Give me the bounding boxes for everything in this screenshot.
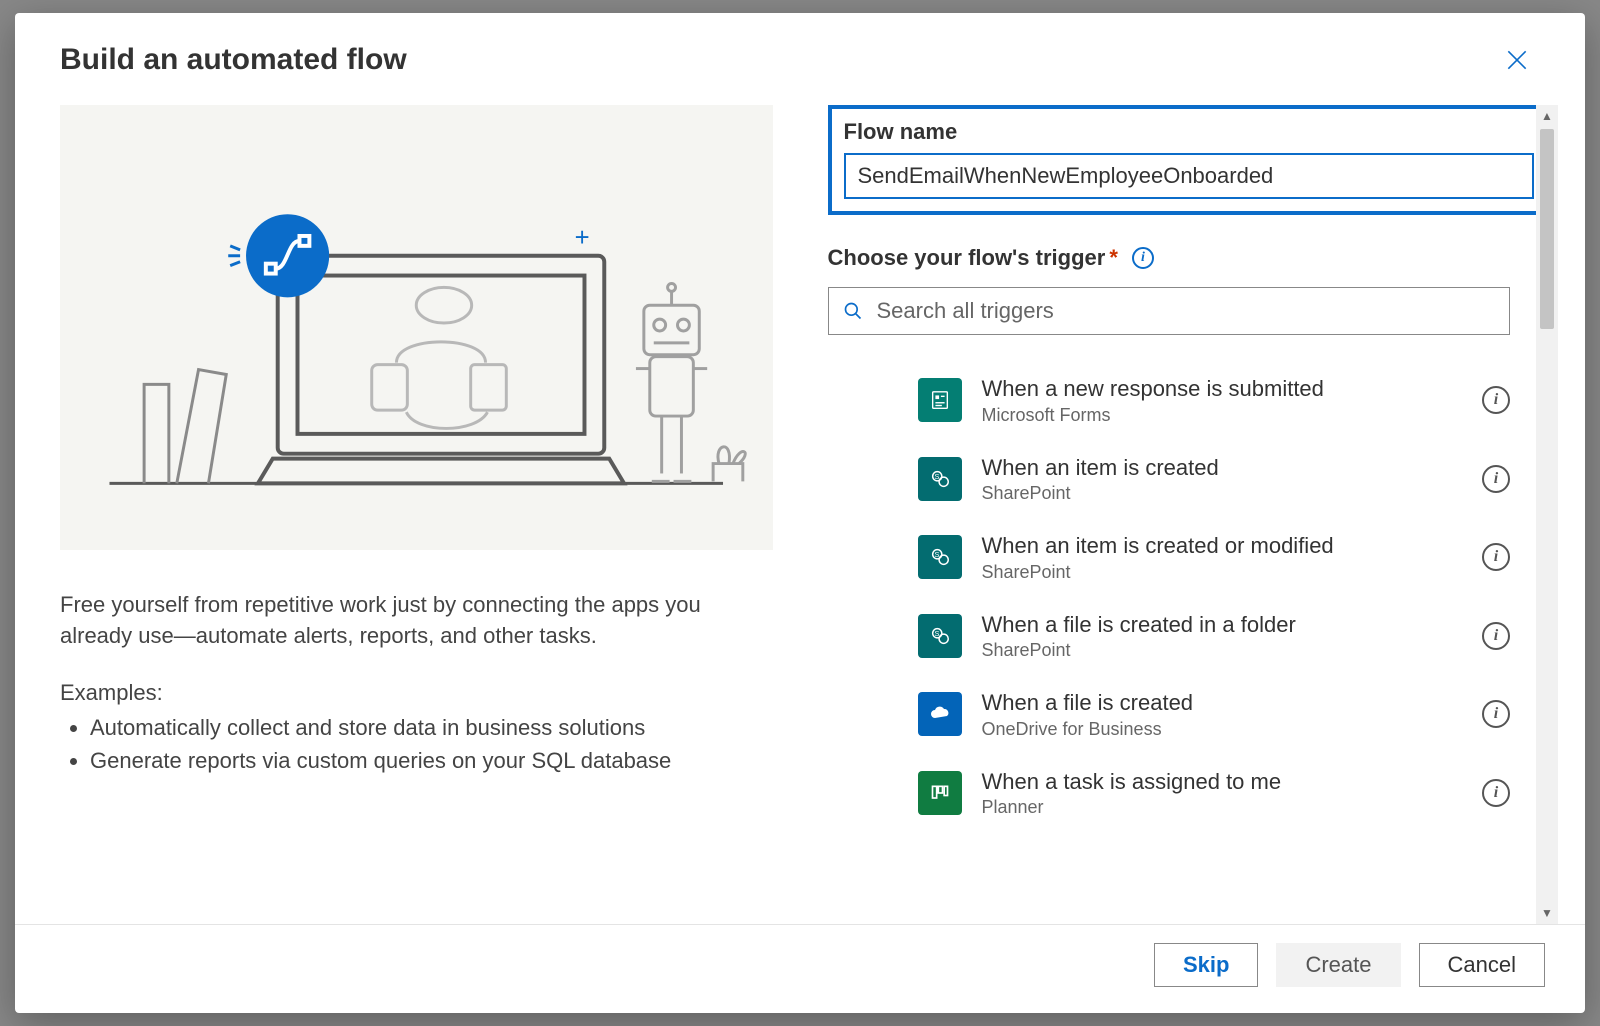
trigger-item-sp-file-folder[interactable]: S When a file is created in a folder Sha… xyxy=(918,599,1511,678)
search-icon xyxy=(843,301,863,321)
trigger-label-row: Choose your flow's trigger* i xyxy=(828,245,1561,271)
left-panel: + xyxy=(60,105,773,924)
trigger-title: When a file is created xyxy=(982,689,1463,717)
onedrive-icon xyxy=(918,692,962,736)
trigger-item-planner[interactable]: When a task is assigned to me Planner i xyxy=(918,756,1511,835)
trigger-text: When an item is created SharePoint xyxy=(982,454,1463,505)
trigger-subtitle: Planner xyxy=(982,797,1463,818)
trigger-info-icon[interactable]: i xyxy=(1482,465,1510,493)
dialog-title: Build an automated flow xyxy=(60,43,407,77)
trigger-text: When a task is assigned to me Planner xyxy=(982,768,1463,819)
create-button[interactable]: Create xyxy=(1276,943,1400,987)
dialog-header: Build an automated flow xyxy=(15,13,1585,93)
trigger-text: When a file is created in a folder Share… xyxy=(982,611,1463,662)
description-text: Free yourself from repetitive work just … xyxy=(60,590,773,652)
dialog-footer: Skip Create Cancel xyxy=(15,924,1585,1013)
trigger-info-icon[interactable]: i xyxy=(1482,386,1510,414)
automated-flow-dialog: Build an automated flow xyxy=(15,13,1585,1013)
trigger-subtitle: Microsoft Forms xyxy=(982,405,1463,426)
trigger-subtitle: SharePoint xyxy=(982,562,1463,583)
skip-button[interactable]: Skip xyxy=(1154,943,1258,987)
svg-text:S: S xyxy=(934,550,939,559)
example-item: Automatically collect and store data in … xyxy=(90,712,773,744)
sharepoint-icon: S xyxy=(918,457,962,501)
trigger-title: When a new response is submitted xyxy=(982,375,1463,403)
svg-text:S: S xyxy=(934,629,939,638)
svg-text:+: + xyxy=(575,224,590,252)
trigger-subtitle: OneDrive for Business xyxy=(982,719,1463,740)
trigger-label: Choose your flow's trigger* xyxy=(828,245,1118,271)
flow-name-label: Flow name xyxy=(844,119,1535,145)
illustration: + xyxy=(60,105,773,550)
flow-name-section: Flow name xyxy=(828,105,1551,215)
trigger-search[interactable] xyxy=(828,287,1511,335)
info-icon[interactable]: i xyxy=(1132,247,1154,269)
examples-label: Examples: xyxy=(60,680,773,706)
scroll-thumb[interactable] xyxy=(1540,129,1554,329)
trigger-item-sp-created[interactable]: S When an item is created SharePoint i xyxy=(918,442,1511,521)
trigger-item-forms[interactable]: When a new response is submitted Microso… xyxy=(918,363,1511,442)
trigger-info-icon[interactable]: i xyxy=(1482,779,1510,807)
scroll-down-arrow[interactable]: ▼ xyxy=(1536,902,1558,924)
trigger-text: When a new response is submitted Microso… xyxy=(982,375,1463,426)
trigger-text: When an item is created or modified Shar… xyxy=(982,532,1463,583)
trigger-item-sp-modified[interactable]: S When an item is created or modified Sh… xyxy=(918,520,1511,599)
trigger-title: When an item is created xyxy=(982,454,1463,482)
trigger-list: When a new response is submitted Microso… xyxy=(828,363,1561,924)
scrollbar[interactable]: ▲ ▼ xyxy=(1536,105,1558,924)
dialog-body: + xyxy=(15,93,1585,924)
trigger-item-onedrive[interactable]: When a file is created OneDrive for Busi… xyxy=(918,677,1511,756)
trigger-info-icon[interactable]: i xyxy=(1482,700,1510,728)
example-item: Generate reports via custom queries on y… xyxy=(90,745,773,777)
close-button[interactable] xyxy=(1494,43,1540,83)
illustration-svg: + xyxy=(60,105,773,550)
trigger-info-icon[interactable]: i xyxy=(1482,622,1510,650)
planner-icon xyxy=(918,771,962,815)
trigger-title: When a file is created in a folder xyxy=(982,611,1463,639)
trigger-title: When an item is created or modified xyxy=(982,532,1463,560)
flow-name-input[interactable] xyxy=(844,153,1535,199)
trigger-title: When a task is assigned to me xyxy=(982,768,1463,796)
right-panel: Flow name Choose your flow's trigger* i xyxy=(828,105,1561,924)
trigger-info-icon[interactable]: i xyxy=(1482,543,1510,571)
close-icon xyxy=(1504,47,1530,73)
trigger-subtitle: SharePoint xyxy=(982,640,1463,661)
sharepoint-icon: S xyxy=(918,535,962,579)
scroll-up-arrow[interactable]: ▲ xyxy=(1536,105,1558,127)
svg-text:S: S xyxy=(934,472,939,481)
trigger-subtitle: SharePoint xyxy=(982,483,1463,504)
cancel-button[interactable]: Cancel xyxy=(1419,943,1545,987)
trigger-search-input[interactable] xyxy=(877,298,1496,324)
trigger-text: When a file is created OneDrive for Busi… xyxy=(982,689,1463,740)
forms-icon xyxy=(918,378,962,422)
sharepoint-icon: S xyxy=(918,614,962,658)
examples-list: Automatically collect and store data in … xyxy=(60,712,773,780)
